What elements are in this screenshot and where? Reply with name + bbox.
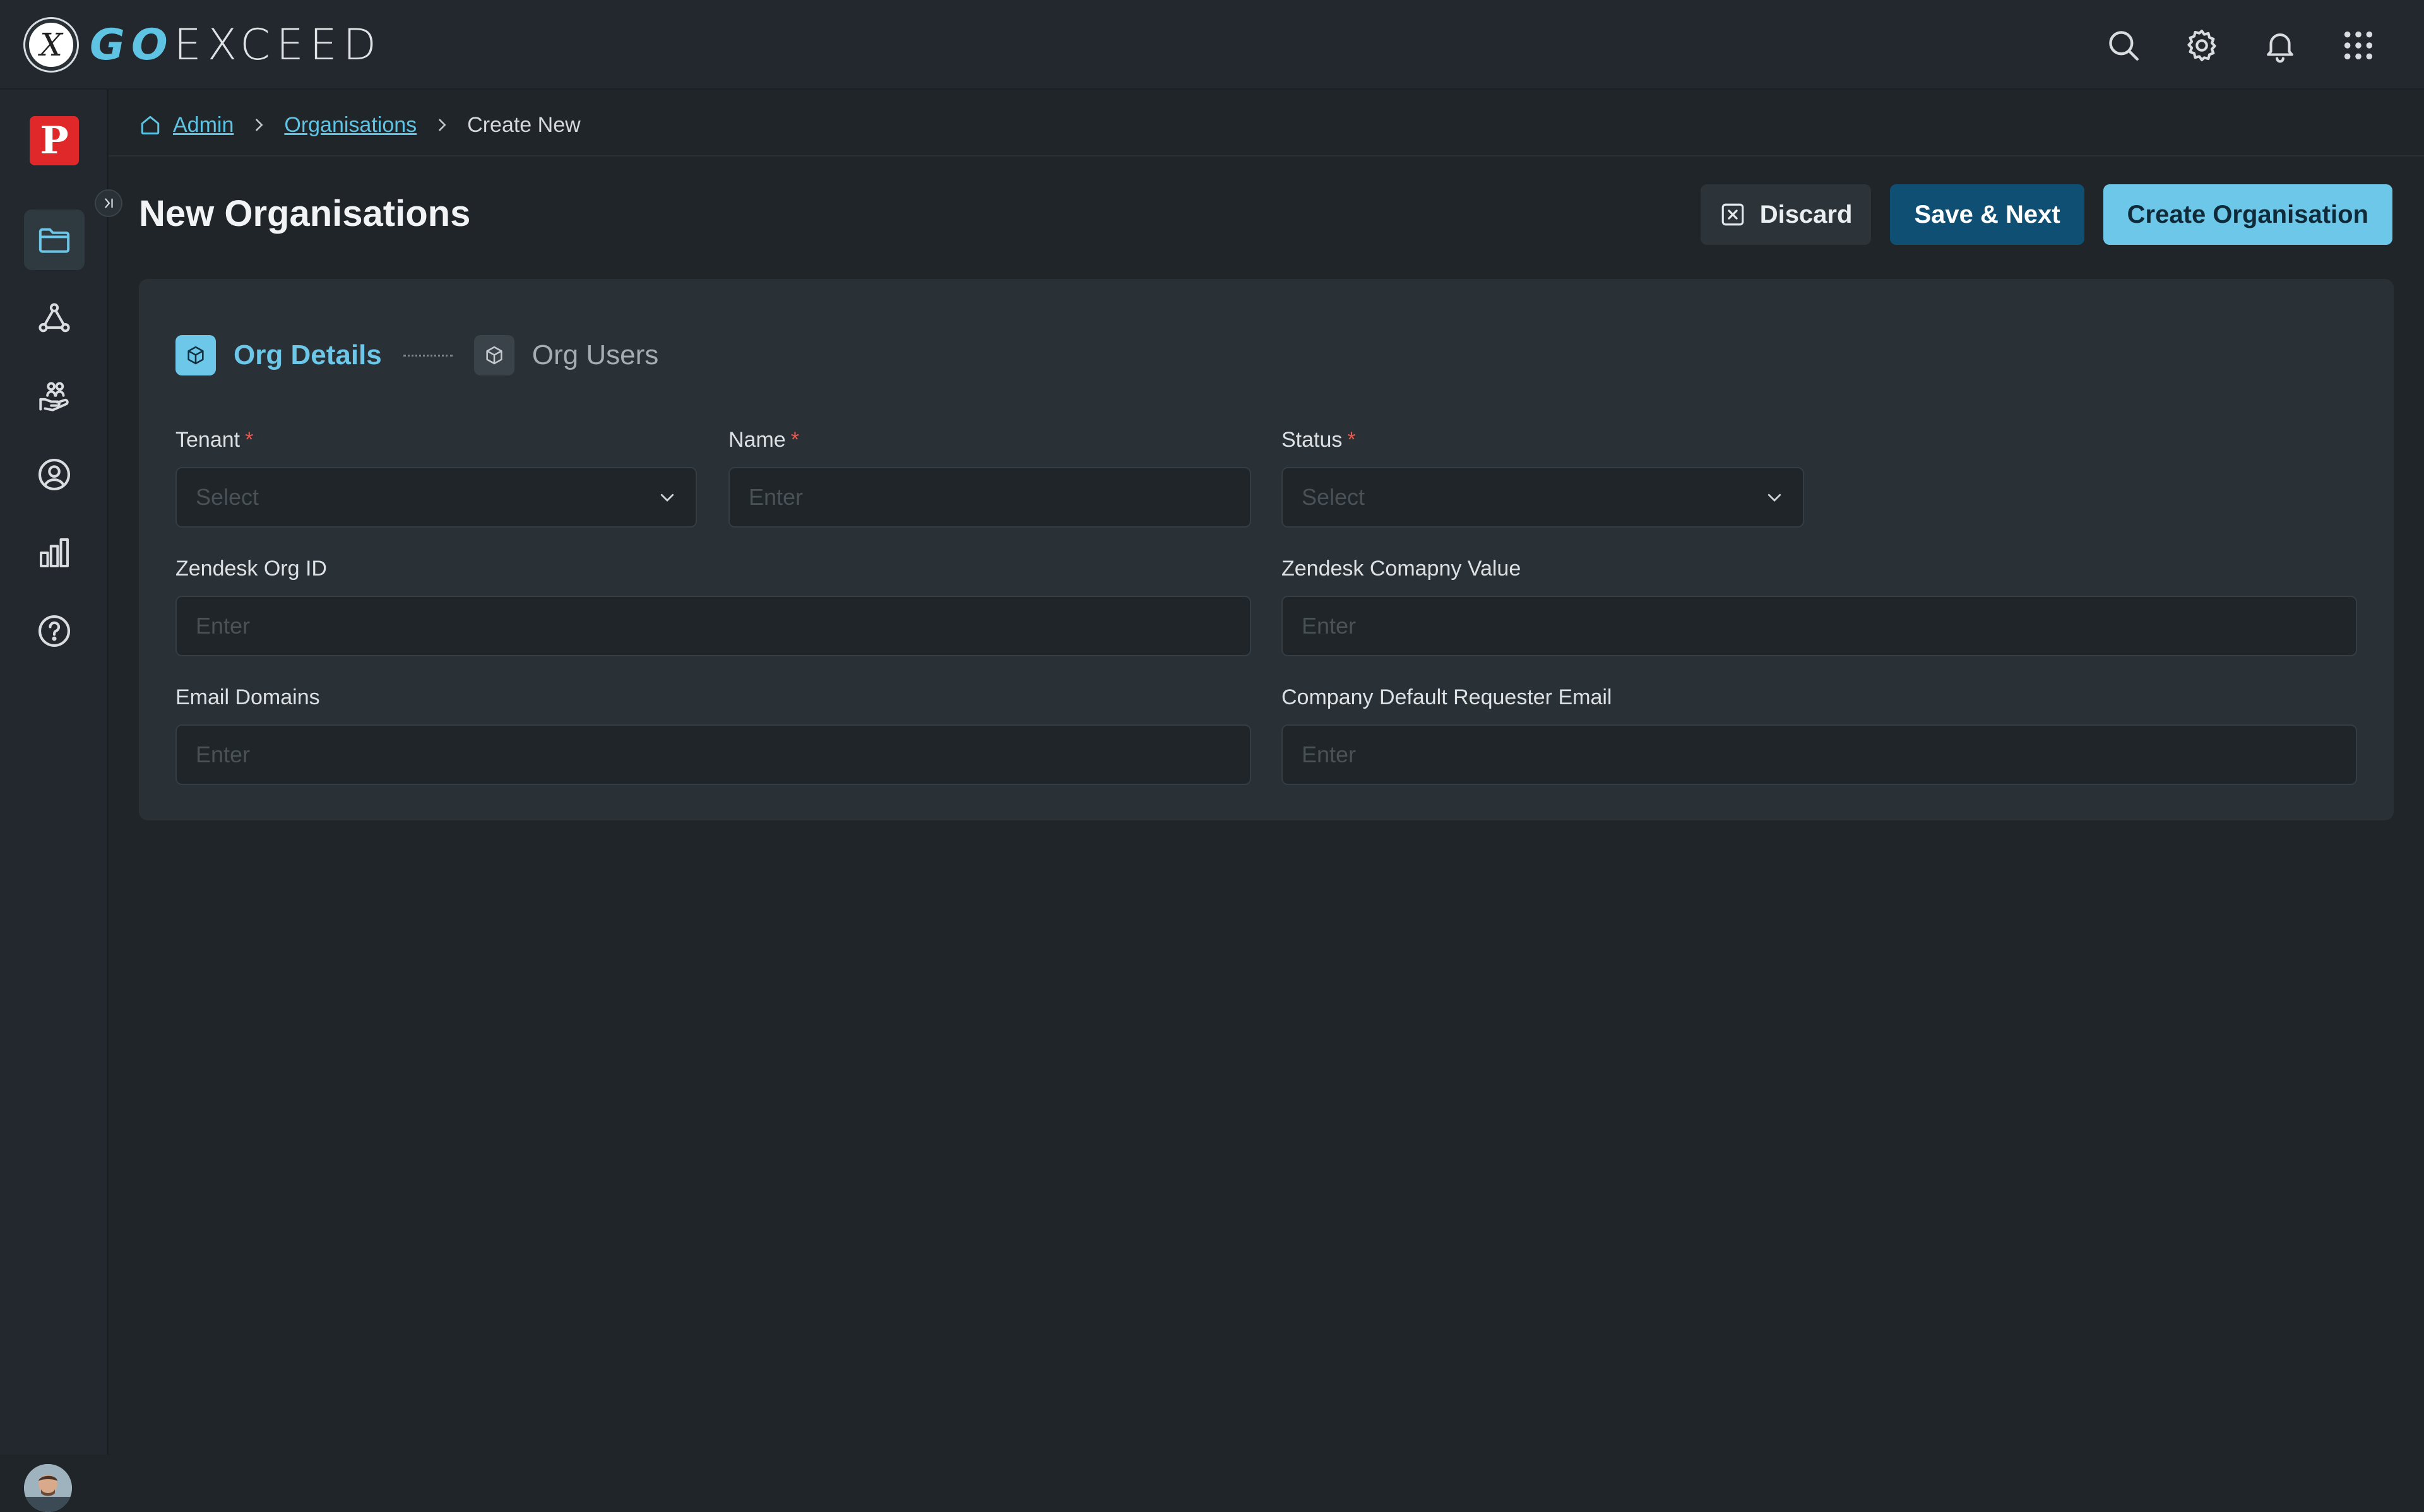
sidebar-item-partners[interactable] [24,366,85,427]
tenant-label: Tenant * [175,428,254,452]
create-organisation-button[interactable]: Create Organisation [2103,184,2392,245]
status-label: Status * [1281,428,1356,452]
zendesk-company-value-field[interactable] [1281,596,2357,656]
breadcrumb-admin-link[interactable]: Admin [173,113,234,138]
discard-button[interactable]: Discard [1700,184,1872,245]
help-circle-icon [38,615,71,647]
sidebar-item-network[interactable] [24,288,85,348]
organisation-form-card: Org Details Org Users Tenant * Select Nam… [139,279,2394,820]
sidebar: P [0,90,109,1512]
status-select[interactable]: Select [1281,467,1804,528]
step-org-users-label[interactable]: Org Users [532,340,658,371]
sidebar-item-folders[interactable] [24,210,85,270]
bar-chart-icon [40,538,69,567]
step-connector [403,354,453,357]
zendesk-org-id-input[interactable] [196,613,1231,639]
company-default-requester-email-input[interactable] [1302,741,2337,768]
email-domains-input[interactable] [196,741,1231,768]
company-default-requester-email-field[interactable] [1281,724,2357,785]
zendesk-company-value-input[interactable] [1302,613,2337,639]
search-icon[interactable] [2102,24,2145,67]
hand-people-icon [39,382,69,411]
close-square-icon [1721,203,1744,226]
company-default-requester-email-label: Company Default Requester Email [1281,685,1612,709]
top-bar: X GOEXCEED [0,0,2424,90]
apps-grid-icon[interactable] [2337,24,2380,67]
tenant-select[interactable]: Select [175,467,697,528]
step-org-details-label[interactable]: Org Details [234,340,382,371]
sidebar-collapse-toggle[interactable] [95,189,122,217]
chevron-right-icon [439,119,446,131]
save-next-button[interactable]: Save & Next [1890,184,2084,245]
step-org-details-icon[interactable] [175,335,216,375]
name-field[interactable] [728,467,1251,528]
zendesk-company-value-label: Zendesk Comapny Value [1281,557,1521,581]
cube-icon [486,346,502,365]
network-nodes-icon [39,303,70,333]
breadcrumb-organisations-link[interactable]: Organisations [284,113,417,138]
page-title: New Organisations [139,193,471,234]
chevron-right-bar-icon [105,198,113,208]
breadcrumb-current: Create New [467,112,581,137]
sidebar-item-reports[interactable] [24,523,85,583]
logo-wordmark: GOEXCEED [90,20,383,70]
user-avatar[interactable] [24,1464,72,1512]
email-domains-label: Email Domains [175,685,320,709]
breadcrumb-divider [109,155,2424,157]
logo-mark-icon: X [25,19,77,71]
folder-icon [39,228,70,253]
email-domains-field[interactable] [175,724,1251,785]
zendesk-org-id-label: Zendesk Org ID [175,557,327,581]
zendesk-org-id-field[interactable] [175,596,1251,656]
notification-bell-icon[interactable] [2259,24,2302,67]
sidebar-item-help[interactable] [24,601,85,661]
step-org-users-icon[interactable] [473,335,514,375]
sidebar-item-users[interactable] [24,444,85,505]
settings-gear-icon[interactable] [2180,24,2223,67]
tenant-brand-logo[interactable]: P [30,116,79,165]
name-label: Name * [728,428,799,452]
chevron-down-icon [1768,493,1781,502]
app-logo[interactable]: X GOEXCEED [25,19,383,71]
header-actions: Discard Save & Next Create Organisation [1700,184,2392,245]
name-input[interactable] [749,484,1231,511]
chevron-right-icon [256,119,263,131]
chevron-down-icon [660,493,674,502]
home-icon[interactable] [139,114,162,136]
breadcrumb: Admin Organisations Create New [139,107,581,143]
cube-icon [187,346,204,365]
stepper: Org Details Org Users [175,334,658,376]
user-circle-icon [38,458,71,491]
